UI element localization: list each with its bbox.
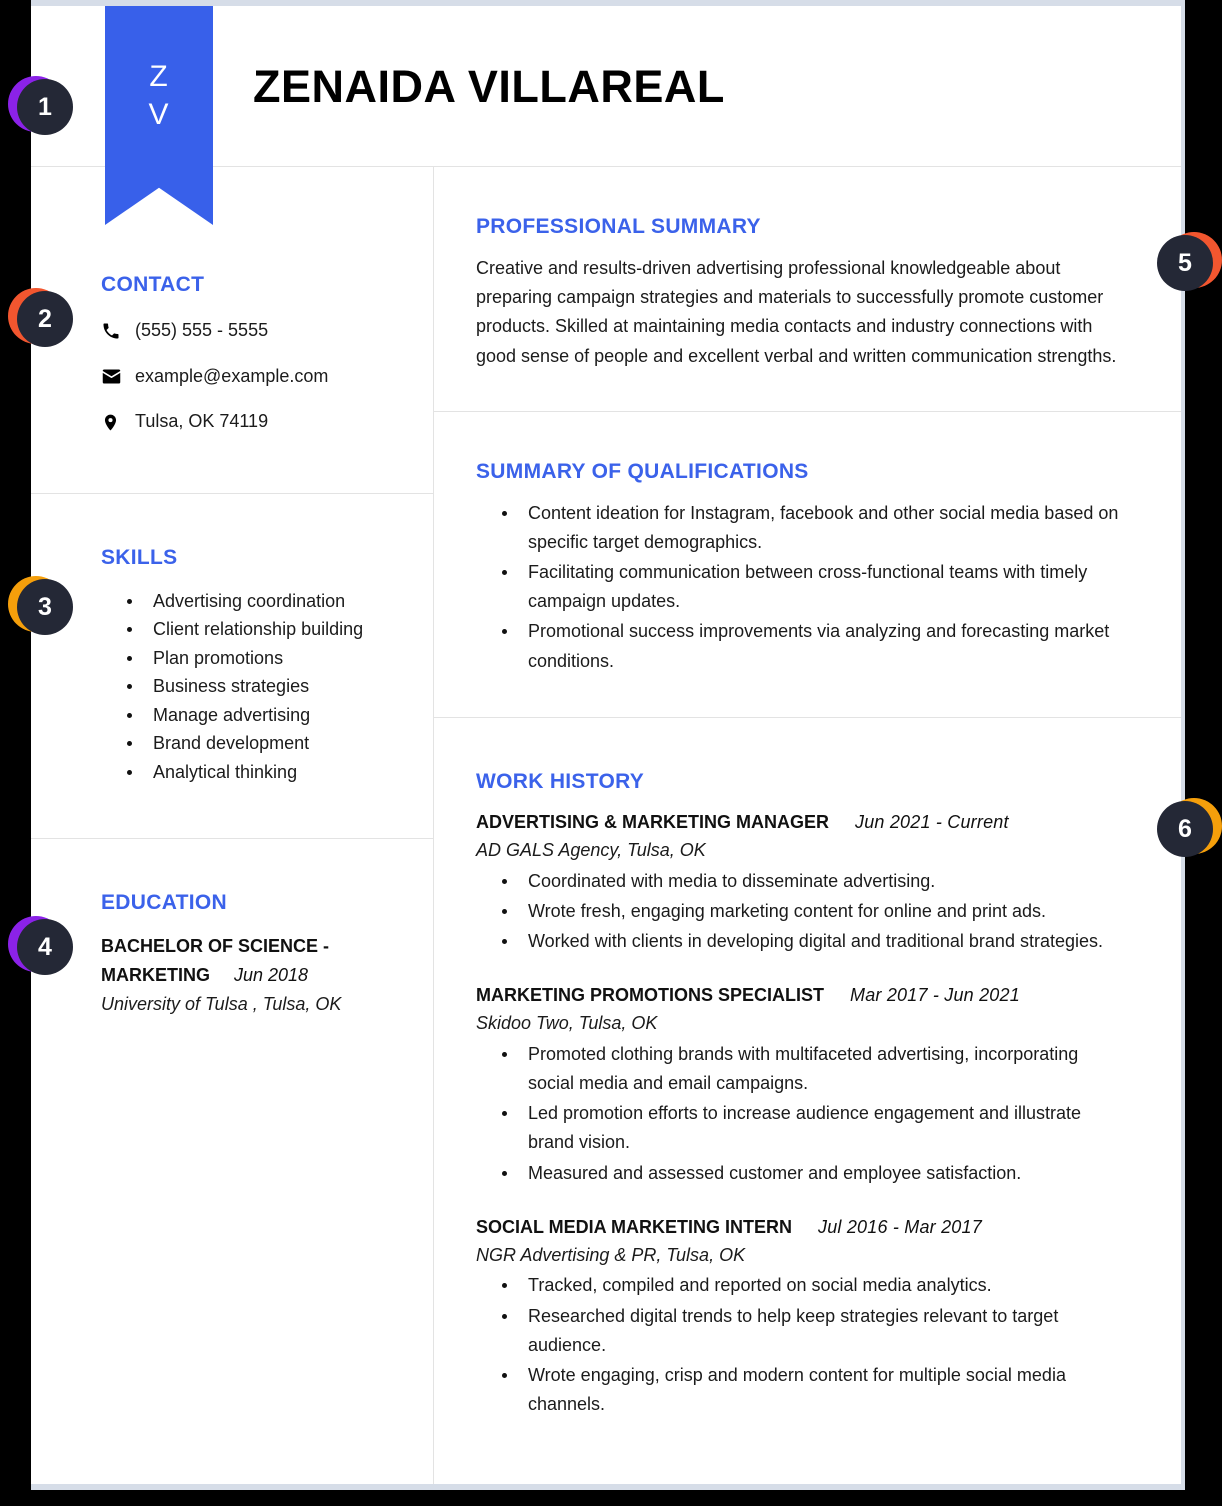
resume-main: PROFESSIONAL SUMMARY Creative and result… <box>434 167 1181 1484</box>
contact-row-email: example@example.com <box>101 366 405 388</box>
monogram-initial-first: Z <box>149 60 169 93</box>
callout-badge-3[interactable]: 3 <box>8 576 73 635</box>
contact-location-value: Tulsa, OK 74119 <box>135 411 269 432</box>
list-item: Tracked, compiled and reported on social… <box>502 1271 1129 1300</box>
job-bullets: Coordinated with media to disseminate ad… <box>476 867 1129 956</box>
envelope-icon <box>101 366 135 387</box>
callout-number: 4 <box>17 919 73 975</box>
job-dates: Mar 2017 - Jun 2021 <box>850 985 1020 1006</box>
job-title: MARKETING PROMOTIONS SPECIALIST Mar 2017 … <box>476 982 1129 1010</box>
job-bullets: Promoted clothing brands with multifacet… <box>476 1040 1129 1188</box>
section-contact: CONTACT (555) 555 - 5555 example@example… <box>31 167 433 494</box>
phone-icon <box>101 321 135 341</box>
work-history-entry: MARKETING PROMOTIONS SPECIALIST Mar 2017 … <box>476 982 1129 1188</box>
callout-number: 6 <box>1157 801 1213 857</box>
education-date: Jun 2018 <box>234 964 309 985</box>
job-dates: Jun 2021 - Current <box>855 811 1009 832</box>
list-item: Coordinated with media to disseminate ad… <box>502 867 1129 896</box>
job-company: AD GALS Agency, Tulsa, OK <box>476 839 706 860</box>
screenshot-stage: ZENAIDA VILLAREAL Z V CONTACT (555) 555 … <box>0 0 1222 1506</box>
contact-email-value: example@example.com <box>135 365 329 386</box>
qualifications-heading: SUMMARY OF QUALIFICATIONS <box>476 459 809 483</box>
callout-number: 5 <box>1157 235 1213 291</box>
section-professional-summary: PROFESSIONAL SUMMARY Creative and result… <box>434 167 1181 412</box>
skills-list: Advertising coordination Client relation… <box>101 587 405 786</box>
list-item: Content ideation for Instagram, facebook… <box>502 499 1129 557</box>
resume-sidebar: CONTACT (555) 555 - 5555 example@example… <box>31 167 434 1484</box>
job-title: ADVERTISING & MARKETING MANAGER Jun 2021 … <box>476 809 1129 837</box>
list-item: Led promotion efforts to increase audien… <box>502 1099 1129 1157</box>
education-heading: EDUCATION <box>101 891 227 915</box>
callout-number: 3 <box>17 579 73 635</box>
callout-badge-6[interactable]: 6 <box>1157 798 1222 857</box>
professional-summary-heading: PROFESSIONAL SUMMARY <box>476 215 761 238</box>
list-item: Promoted clothing brands with multifacet… <box>502 1040 1129 1098</box>
qualifications-list: Content ideation for Instagram, facebook… <box>476 499 1129 676</box>
job-dates: Jul 2016 - Mar 2017 <box>818 1216 982 1237</box>
education-school: University of Tulsa , Tulsa, OK <box>101 993 342 1014</box>
professional-summary-text: Creative and results-driven advertising … <box>476 258 1117 366</box>
list-item: Promotional success improvements via ana… <box>502 617 1129 675</box>
list-item: Researched digital trends to help keep s… <box>502 1302 1129 1360</box>
job-title-text: ADVERTISING & MARKETING MANAGER <box>476 811 830 832</box>
list-item: Manage advertising <box>127 701 405 729</box>
section-education: EDUCATION BACHELOR OF SCIENCE - MARKETIN… <box>31 839 433 1058</box>
list-item: Wrote fresh, engaging marketing content … <box>502 897 1129 926</box>
callout-number: 2 <box>17 291 73 347</box>
list-item: Analytical thinking <box>127 758 405 786</box>
job-company: Skidoo Two, Tulsa, OK <box>476 1012 658 1033</box>
list-item: Advertising coordination <box>127 587 405 615</box>
contact-heading: CONTACT <box>101 273 205 296</box>
list-item: Facilitating communication between cross… <box>502 558 1129 616</box>
job-title-text: MARKETING PROMOTIONS SPECIALIST <box>476 985 825 1006</box>
list-item: Brand development <box>127 729 405 757</box>
callout-badge-1[interactable]: 1 <box>8 76 73 135</box>
resume-body: CONTACT (555) 555 - 5555 example@example… <box>31 167 1181 1484</box>
education-degree: BACHELOR OF SCIENCE - MARKETING Jun 2018 <box>101 932 405 990</box>
list-item: Measured and assessed customer and emplo… <box>502 1159 1129 1188</box>
contact-row-phone: (555) 555 - 5555 <box>101 320 405 342</box>
resume-page: ZENAIDA VILLAREAL Z V CONTACT (555) 555 … <box>31 0 1185 1490</box>
section-work-history: WORK HISTORY ADVERTISING & MARKETING MAN… <box>434 718 1181 1484</box>
work-history-entry: ADVERTISING & MARKETING MANAGER Jun 2021 … <box>476 809 1129 956</box>
list-item: Client relationship building <box>127 615 405 643</box>
list-item: Wrote engaging, crisp and modern content… <box>502 1361 1129 1419</box>
location-pin-icon <box>101 413 135 432</box>
contact-phone-value: (555) 555 - 5555 <box>135 320 269 341</box>
job-title: SOCIAL MEDIA MARKETING INTERN Jul 2016 - … <box>476 1214 1129 1242</box>
work-history-heading: WORK HISTORY <box>476 769 645 793</box>
callout-badge-5[interactable]: 5 <box>1157 232 1222 291</box>
education-degree-line2: MARKETING <box>101 964 210 985</box>
callout-number: 1 <box>17 79 73 135</box>
section-skills: SKILLS Advertising coordination Client r… <box>31 494 433 840</box>
job-company: NGR Advertising & PR, Tulsa, OK <box>476 1244 746 1265</box>
page-title: ZENAIDA VILLAREAL <box>253 60 725 112</box>
job-bullets: Tracked, compiled and reported on social… <box>476 1271 1129 1419</box>
skills-heading: SKILLS <box>101 545 178 569</box>
education-degree-line1: BACHELOR OF SCIENCE - <box>101 936 330 957</box>
callout-badge-4[interactable]: 4 <box>8 916 73 975</box>
job-title-text: SOCIAL MEDIA MARKETING INTERN <box>476 1216 793 1237</box>
list-item: Business strategies <box>127 672 405 700</box>
monogram-initial-last: V <box>148 98 170 131</box>
contact-row-location: Tulsa, OK 74119 <box>101 411 405 433</box>
list-item: Plan promotions <box>127 644 405 672</box>
callout-badge-2[interactable]: 2 <box>8 288 73 347</box>
work-history-entry: SOCIAL MEDIA MARKETING INTERN Jul 2016 - … <box>476 1214 1129 1420</box>
list-item: Worked with clients in developing digita… <box>502 927 1129 956</box>
section-summary-of-qualifications: SUMMARY OF QUALIFICATIONS Content ideati… <box>434 412 1181 718</box>
